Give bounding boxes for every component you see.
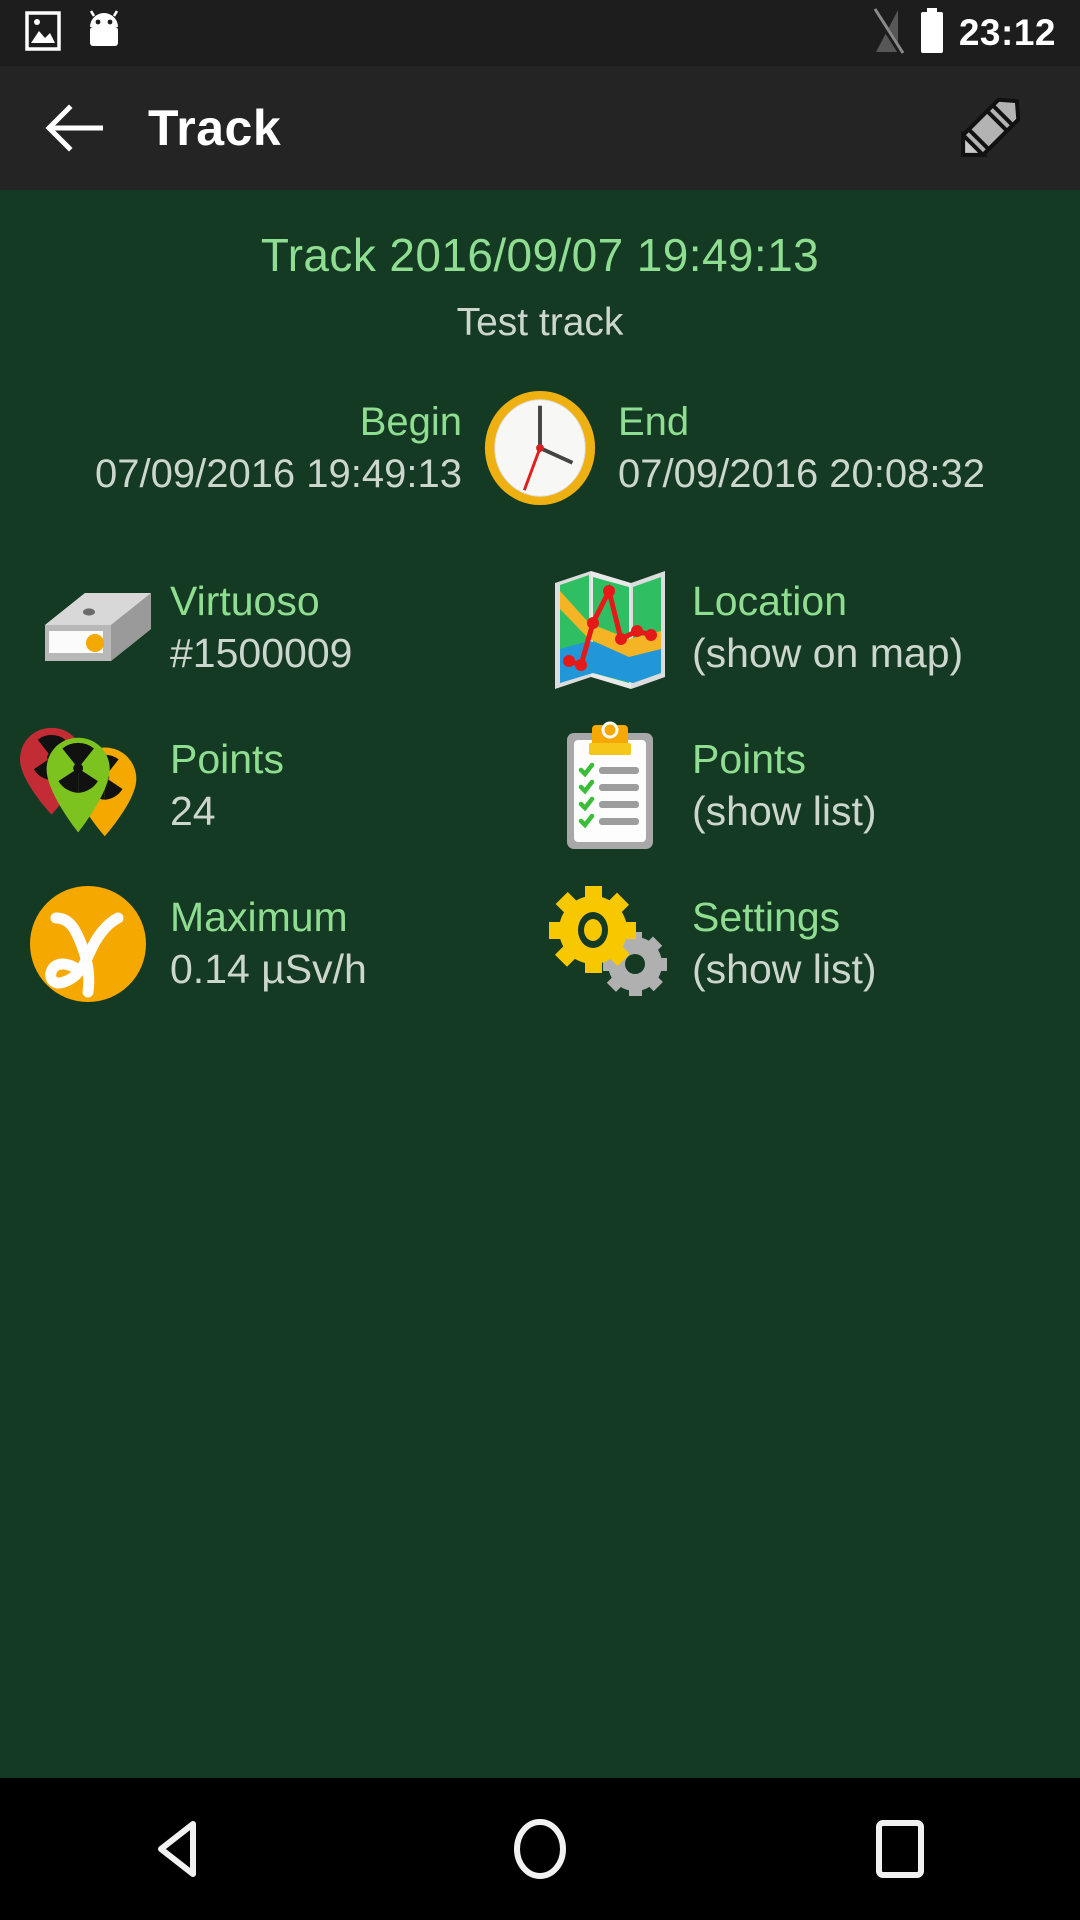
begin-block: Begin 07/09/2016 19:49:13 [60,401,480,495]
info-row: Maximum 0.14 µSv/h Settings (show list) [0,865,1080,1023]
battery-icon [919,7,945,59]
cell-text: Points 24 [170,736,284,835]
cell-settings[interactable]: Settings (show list) [540,865,1080,1023]
cell-value: 0.14 µSv/h [170,946,367,992]
cell-text: Points (show list) [692,736,877,835]
cell-label: Maximum [170,894,348,941]
info-grid: Virtuoso #1500009 Location (show on map)… [0,549,1080,1023]
image-icon [24,10,62,56]
cell-device[interactable]: Virtuoso #1500009 [0,549,540,707]
pencil-icon[interactable] [942,80,1038,176]
cell-label: Points [170,736,284,783]
device-drive-icon [18,573,158,683]
cell-value: (show list) [692,788,877,834]
cell-label: Settings [692,894,841,941]
app-bar: Track [0,66,1080,190]
cell-value: #1500009 [170,630,353,676]
status-bar: 23:12 [0,0,1080,66]
nav-back-icon[interactable] [105,1778,255,1920]
nav-recents-icon[interactable] [825,1778,975,1920]
cell-maximum[interactable]: Maximum 0.14 µSv/h [0,865,540,1023]
track-details-content: Track 2016/09/07 19:49:13 Test track Beg… [0,190,1080,1778]
android-bugdroid-icon [84,9,124,57]
track-subtitle: Test track [456,301,624,344]
cell-text: Location (show on map) [692,578,964,677]
end-value: 07/09/2016 20:08:32 [618,452,986,496]
status-bar-clock: 23:12 [958,12,1056,53]
cell-text: Maximum 0.14 µSv/h [170,894,367,993]
info-row: Points 24 Points (show list) [0,707,1080,865]
cell-label: Virtuoso [170,578,320,625]
status-bar-system-icons: 23:12 [871,7,1056,59]
cell-value: 24 [170,788,216,834]
cell-location[interactable]: Location (show on map) [540,549,1080,707]
cell-points-list[interactable]: Points (show list) [540,707,1080,865]
status-bar-notifications [24,9,124,57]
signal-off-icon [871,7,905,59]
nav-home-icon[interactable] [465,1778,615,1920]
radiation-pins-icon [18,719,158,853]
android-navigation-bar [0,1778,1080,1920]
cell-value: (show list) [692,946,877,992]
end-block: End 07/09/2016 20:08:32 [600,401,1020,495]
end-label: End [618,400,690,444]
begin-value: 07/09/2016 19:49:13 [94,452,462,496]
cell-value: (show on map) [692,630,964,676]
info-row: Virtuoso #1500009 Location (show on map) [0,549,1080,707]
clock-icon [480,387,600,509]
phone-screen: 23:12 Track Track 2016/09/07 19:49:13 Te… [0,0,1080,1920]
gears-icon [540,880,680,1008]
arrow-back-icon[interactable] [44,96,108,160]
begin-label: Begin [359,400,462,444]
cell-points-count[interactable]: Points 24 [0,707,540,865]
gamma-dose-icon [18,882,158,1006]
cell-text: Settings (show list) [692,894,877,993]
clipboard-list-icon [540,721,680,851]
time-range-row: Begin 07/09/2016 19:49:13 End 07/09/2016… [0,387,1080,509]
map-track-icon [540,565,680,691]
cell-label: Location [692,578,848,625]
page-title: Track [148,100,282,156]
track-title: Track 2016/09/07 19:49:13 [260,229,820,281]
cell-label: Points [692,736,806,783]
cell-text: Virtuoso #1500009 [170,578,353,677]
